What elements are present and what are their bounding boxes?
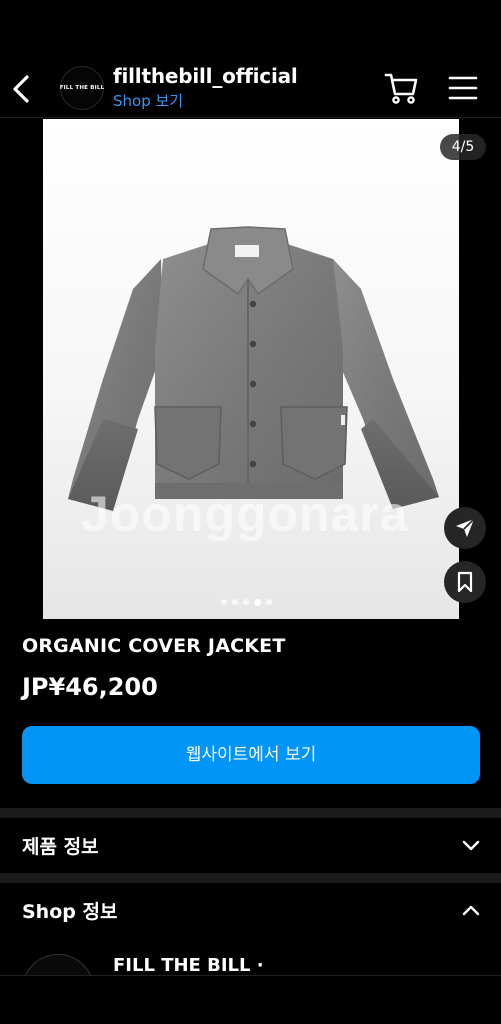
chevron-down-icon bbox=[462, 840, 480, 851]
chevron-up-icon bbox=[462, 905, 480, 916]
carousel-dot bbox=[243, 599, 249, 605]
header-divider bbox=[0, 117, 501, 118]
bottom-bar bbox=[0, 975, 501, 1024]
carousel-dot-active bbox=[254, 598, 261, 606]
hamburger-menu-icon bbox=[448, 76, 478, 100]
carousel-dot bbox=[232, 599, 238, 605]
product-info-label: 제품 정보 bbox=[22, 836, 99, 858]
shop-name[interactable]: FILL THE BILL · bbox=[113, 955, 264, 976]
shop-info-section[interactable]: Shop 정보 bbox=[0, 883, 501, 937]
menu-button[interactable] bbox=[448, 74, 478, 102]
cart-button[interactable] bbox=[383, 70, 419, 106]
account-avatar[interactable]: FILL THE BILL bbox=[60, 66, 104, 110]
header: FILL THE BILL fillthebill_official Shop … bbox=[0, 58, 501, 120]
chevron-left-icon bbox=[13, 75, 29, 103]
carousel-dot bbox=[266, 599, 272, 605]
section-divider bbox=[0, 808, 501, 818]
section-divider bbox=[0, 873, 501, 883]
carousel-indicator bbox=[221, 598, 272, 606]
view-website-button[interactable]: 웹사이트에서 보기 bbox=[22, 726, 480, 784]
back-button[interactable] bbox=[8, 72, 38, 106]
cart-icon bbox=[384, 73, 418, 104]
watermark-text: Joonggonara bbox=[81, 486, 409, 542]
product-detail-screen: FILL THE BILL fillthebill_official Shop … bbox=[0, 0, 501, 1024]
view-shop-link[interactable]: Shop 보기 bbox=[113, 90, 183, 111]
avatar-logo-text: FILL THE BILL bbox=[59, 85, 105, 91]
image-counter-badge: 4/5 bbox=[440, 134, 486, 160]
bottom-divider bbox=[0, 975, 501, 976]
product-image[interactable]: Joonggonara bbox=[43, 119, 459, 619]
carousel-dot bbox=[221, 599, 227, 605]
share-button[interactable] bbox=[444, 507, 486, 549]
jacket-illustration bbox=[68, 226, 439, 511]
shop-info-label: Shop 정보 bbox=[22, 901, 118, 923]
account-name[interactable]: fillthebill_official bbox=[113, 64, 298, 88]
bookmark-icon bbox=[457, 571, 473, 593]
paper-plane-icon bbox=[456, 518, 475, 537]
product-title: ORGANIC COVER JACKET bbox=[22, 635, 286, 657]
product-info-section[interactable]: 제품 정보 bbox=[0, 818, 501, 872]
save-button[interactable] bbox=[444, 561, 486, 603]
product-price: JP¥46,200 bbox=[22, 673, 158, 701]
